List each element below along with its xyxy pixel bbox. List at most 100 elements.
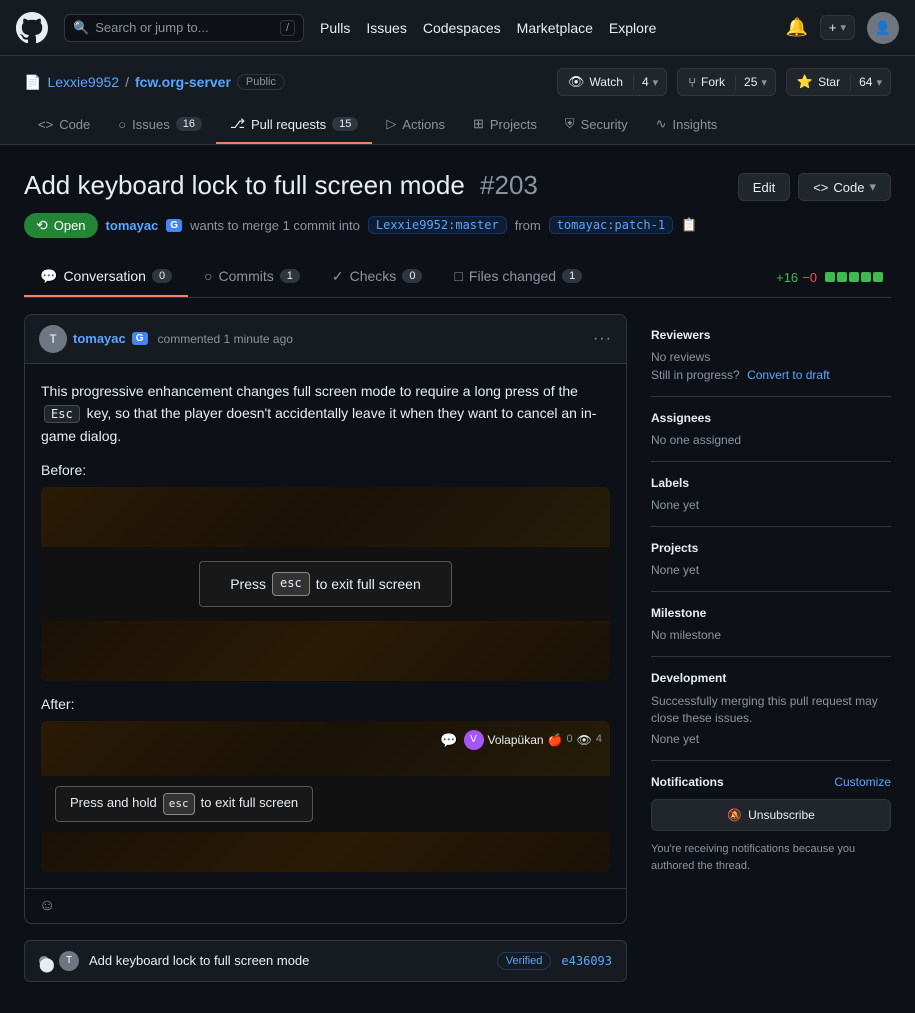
nav-issues[interactable]: Issues — [366, 20, 406, 36]
star-icon: ⭐ — [797, 74, 813, 90]
pr-title-text: Add keyboard lock to full screen mode — [24, 170, 465, 200]
tab-issues[interactable]: ○ Issues 16 — [104, 106, 216, 144]
milestone-value: No milestone — [651, 628, 891, 642]
eye-icon: 👁 — [568, 74, 585, 90]
sidebar-development: Development Successfully merging this pu… — [651, 657, 891, 762]
comment-body: This progressive enhancement changes ful… — [25, 364, 626, 888]
tab-pull-requests[interactable]: ⎇ Pull requests 15 — [216, 106, 372, 144]
commit-hash[interactable]: e436093 — [561, 954, 612, 968]
copy-branch-icon[interactable]: 📋 — [681, 217, 697, 233]
reviewers-value: No reviews — [651, 350, 891, 364]
after-popup-area: Press and hold esc to exit full screen — [41, 776, 610, 832]
notifications-bell[interactable]: 🔔 — [785, 17, 807, 38]
before-image-container: Press esc to exit full screen — [41, 487, 610, 680]
before-esc-popup: Press esc to exit full screen — [41, 547, 610, 620]
code-button[interactable]: <> Code ▾ — [798, 173, 891, 201]
actions-tab-label: Actions — [402, 117, 445, 132]
development-value: None yet — [651, 732, 891, 746]
watch-label: Watch — [589, 75, 623, 89]
watch-dropdown: ▾ — [653, 76, 659, 89]
commit-message: Add keyboard lock to full screen mode — [89, 953, 487, 968]
customize-link[interactable]: Customize — [834, 775, 891, 789]
pr-base-branch[interactable]: Lexxie9952:master — [368, 216, 507, 234]
checks-label: Checks — [350, 268, 397, 284]
avatar-placeholder: 👤 — [875, 20, 891, 36]
commit-small-avatar: T — [59, 951, 79, 971]
after-image-container: 💬 V Volapükan 🍎 0 👁 4 — [41, 721, 610, 872]
star-button[interactable]: ⭐ Star 64 ▾ — [786, 68, 891, 96]
pr-tab-conversation[interactable]: 💬 Conversation 0 — [24, 258, 188, 297]
tab-code[interactable]: <> Code — [24, 106, 104, 144]
star-label: Star — [818, 75, 840, 89]
pr-merge-text: wants to merge 1 commit into — [190, 218, 360, 233]
commits-count: 1 — [280, 269, 300, 283]
repo-tabs: <> Code ○ Issues 16 ⎇ Pull requests 15 ▷… — [24, 106, 891, 144]
nav-pulls[interactable]: Pulls — [320, 20, 350, 36]
edit-button[interactable]: Edit — [738, 173, 790, 201]
issues-tab-icon: ○ — [118, 117, 126, 132]
fork-count: 25 — [744, 75, 757, 89]
search-bar[interactable]: 🔍 Search or jump to... / — [64, 14, 304, 42]
after-count-4: 4 — [596, 731, 602, 749]
reviewers-label: Reviewers — [651, 328, 891, 342]
notification-sub-text: You're receiving notifications because y… — [651, 841, 891, 874]
pr-head-branch[interactable]: tomayac:patch-1 — [549, 216, 673, 234]
nav-right: 🔔 + ▾ 👤 — [785, 12, 899, 44]
emoji-icon: ☺ — [39, 897, 55, 914]
development-label: Development — [651, 671, 891, 685]
reviewers-progress: Still in progress? Convert to draft — [651, 368, 891, 382]
comment-author-name[interactable]: tomayac — [73, 331, 126, 346]
comment-options[interactable]: ··· — [593, 330, 612, 348]
pr-title: Add keyboard lock to full screen mode #2… — [24, 169, 538, 203]
watch-button[interactable]: 👁 Watch 4 ▾ — [557, 68, 667, 96]
diff-bar-1 — [825, 272, 835, 282]
code-button-label: Code — [833, 180, 864, 195]
sidebar-reviewers: Reviewers No reviews Still in progress? … — [651, 314, 891, 397]
nav-explore[interactable]: Explore — [609, 20, 656, 36]
commit-row: ⬤ T Add keyboard lock to full screen mod… — [24, 940, 627, 982]
fork-icon: ⑂ — [688, 75, 696, 90]
nav-marketplace[interactable]: Marketplace — [517, 20, 593, 36]
tab-security[interactable]: ⛨ Security — [551, 106, 642, 144]
pr-title-row: Add keyboard lock to full screen mode #2… — [24, 169, 891, 203]
fork-button[interactable]: ⑂ Fork 25 ▾ — [677, 68, 776, 96]
plus-button[interactable]: + ▾ — [820, 15, 855, 40]
diff-stat: +16 −0 — [776, 270, 891, 285]
pr-tabs-row: 💬 Conversation 0 ○ Commits 1 ✓ Checks 0 … — [24, 258, 891, 298]
pr-tab-commits[interactable]: ○ Commits 1 — [188, 258, 316, 296]
diff-bar-3 — [849, 272, 859, 282]
pr-author[interactable]: tomayac — [106, 218, 159, 233]
pr-tab-files-changed[interactable]: □ Files changed 1 — [438, 258, 598, 296]
actions-tab-icon: ▷ — [386, 116, 396, 132]
press-text: Press — [230, 573, 266, 595]
conversation-icon: 💬 — [40, 268, 57, 285]
fork-label: Fork — [701, 75, 725, 89]
emoji-reaction-button[interactable]: ☺ — [39, 897, 55, 915]
open-label: Open — [54, 218, 86, 233]
convert-draft-link[interactable]: Convert to draft — [747, 368, 830, 382]
tab-insights[interactable]: ∿ Insights — [642, 106, 732, 144]
after-count-0: 0 — [567, 731, 573, 749]
repo-name[interactable]: fcw.org-server — [135, 74, 231, 90]
projects-tab-label: Projects — [490, 117, 537, 132]
unsubscribe-button[interactable]: 🔕 Unsubscribe — [651, 799, 891, 831]
repo-header: 📄 Lexxie9952 / fcw.org-server Public 👁 W… — [0, 56, 915, 145]
comment-text-1: This progressive enhancement changes ful… — [41, 383, 578, 399]
tab-projects[interactable]: ⊞ Projects — [459, 106, 551, 144]
nav-links: Pulls Issues Codespaces Marketplace Expl… — [320, 20, 656, 36]
assignees-value: No one assigned — [651, 433, 891, 447]
before-image-dark-bg — [41, 487, 610, 547]
comment-footer: ☺ — [25, 888, 626, 923]
github-logo[interactable] — [16, 12, 48, 44]
after-image-dark-bg2 — [41, 832, 610, 872]
projects-label: Projects — [651, 541, 891, 555]
nav-codespaces[interactable]: Codespaces — [423, 20, 501, 36]
milestone-label: Milestone — [651, 606, 891, 620]
pr-tab-checks[interactable]: ✓ Checks 0 — [316, 258, 439, 297]
user-avatar[interactable]: 👤 — [867, 12, 899, 44]
star-count: 64 — [859, 75, 872, 89]
tab-actions[interactable]: ▷ Actions — [372, 106, 459, 144]
code-tab-icon: <> — [38, 117, 53, 132]
commit-dot-icon: ⬤ — [39, 956, 49, 966]
repo-owner[interactable]: Lexxie9952 — [47, 74, 119, 90]
